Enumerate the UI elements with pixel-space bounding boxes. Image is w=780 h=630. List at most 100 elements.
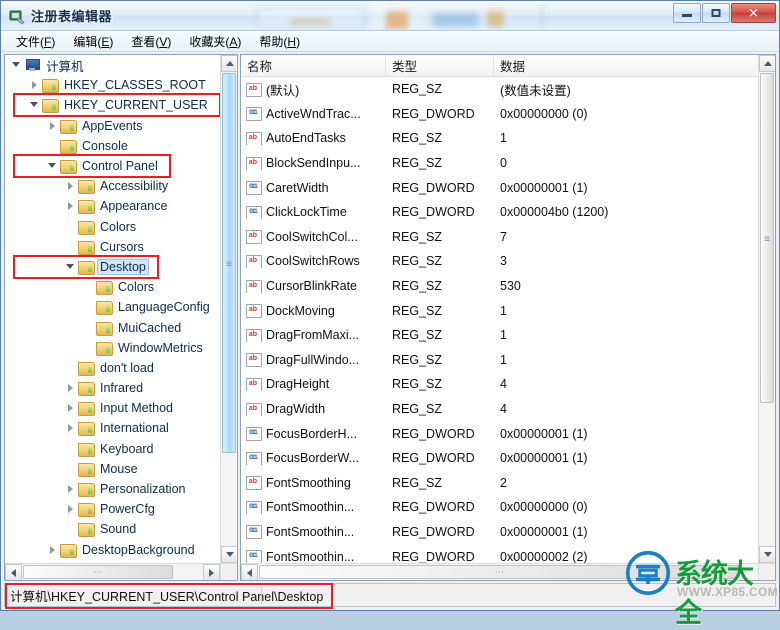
value-row[interactable]: abAutoEndTasksREG_SZ1 <box>241 126 758 151</box>
minimize-button[interactable] <box>673 3 701 23</box>
values-horizontal-scrollbar[interactable]: ⋯ <box>241 563 758 580</box>
tree-item-hkey-classes-root[interactable]: HKEY_CLASSES_ROOT <box>5 75 220 95</box>
column-name[interactable]: 名称 <box>241 55 386 77</box>
tree-item-languageconfig[interactable]: LanguageConfig <box>5 297 220 317</box>
value-row[interactable]: abCoolSwitchRowsREG_SZ3 <box>241 249 758 274</box>
close-icon: ✕ <box>748 7 759 20</box>
value-row[interactable]: abDragHeightREG_SZ4 <box>241 372 758 397</box>
expand-arrow-icon[interactable] <box>65 180 77 192</box>
tree-item-cursors[interactable]: Cursors <box>5 237 220 257</box>
tree-connector <box>47 140 59 152</box>
tree-item-muicached[interactable]: MuiCached <box>5 317 220 337</box>
tree-item-windowmetrics[interactable]: WindowMetrics <box>5 338 220 358</box>
values-list[interactable]: ab(默认)REG_SZ(数值未设置)011ActiveWndTrac...RE… <box>241 77 758 563</box>
value-row[interactable]: 011FontSmoothin...REG_DWORD0x00000002 (2… <box>241 544 758 563</box>
tree-item-appevents[interactable]: AppEvents <box>5 116 220 136</box>
value-row[interactable]: abCursorBlinkRateREG_SZ530 <box>241 274 758 299</box>
collapse-arrow-icon[interactable] <box>29 99 41 111</box>
close-button[interactable]: ✕ <box>731 3 776 23</box>
menu-edit[interactable]: 编辑(E) <box>64 31 122 52</box>
values-scroll-down-button[interactable] <box>759 546 776 563</box>
expand-arrow-icon[interactable] <box>65 382 77 394</box>
tree-item-console[interactable]: Console <box>5 136 220 156</box>
values-vertical-scrollbar[interactable] <box>758 55 775 563</box>
tree-scroll-right-button[interactable] <box>203 564 220 581</box>
tree-item-colors[interactable]: Colors <box>5 217 220 237</box>
value-name-label: CoolSwitchCol... <box>266 230 358 244</box>
expand-arrow-icon[interactable] <box>65 483 77 495</box>
tree-item-[interactable]: 计算机 <box>5 55 220 75</box>
folder-icon <box>78 220 94 234</box>
value-row[interactable]: 011FontSmoothin...REG_DWORD0x00000001 (1… <box>241 520 758 545</box>
tree-item-infrared[interactable]: Infrared <box>5 378 220 398</box>
tree-item-desktopbackground[interactable]: DesktopBackground <box>5 540 220 560</box>
tree-hscroll-thumb[interactable]: ⋯ <box>23 565 173 579</box>
value-row[interactable]: abFontSmoothingREG_SZ2 <box>241 471 758 496</box>
column-data[interactable]: 数据 <box>494 55 775 77</box>
expand-arrow-icon[interactable] <box>65 402 77 414</box>
values-hscroll-thumb[interactable]: ⋯ <box>259 565 740 579</box>
value-row[interactable]: 011CaretWidthREG_DWORD0x00000001 (1) <box>241 175 758 200</box>
value-name-cell: abCoolSwitchRows <box>241 254 386 268</box>
collapse-arrow-icon[interactable] <box>11 59 23 71</box>
values-scroll-left-button[interactable] <box>241 564 258 581</box>
value-data-cell: 2 <box>494 476 758 490</box>
tree-item-hkey-current-user[interactable]: HKEY_CURRENT_USER <box>5 95 220 115</box>
tree-item-label: DesktopBackground <box>79 543 198 557</box>
tree-item-international[interactable]: International <box>5 418 220 438</box>
tree-item-mouse[interactable]: Mouse <box>5 459 220 479</box>
tree-scroll-left-button[interactable] <box>5 564 22 581</box>
menu-favorites[interactable]: 收藏夹(A) <box>180 31 250 52</box>
registry-tree[interactable]: 计算机HKEY_CLASSES_ROOT HKEY_CURRENT_USER App… <box>5 55 220 563</box>
expand-arrow-icon[interactable] <box>65 422 77 434</box>
string-value-icon: ab <box>246 329 261 342</box>
values-scroll-up-button[interactable] <box>759 55 776 72</box>
value-row[interactable]: abDockMovingREG_SZ1 <box>241 298 758 323</box>
expand-arrow-icon[interactable] <box>29 79 41 91</box>
tree-item-powercfg[interactable]: PowerCfg <box>5 499 220 519</box>
tree-scroll-down-button[interactable] <box>221 546 238 563</box>
value-row[interactable]: abDragFullWindo...REG_SZ1 <box>241 348 758 373</box>
value-row[interactable]: abCoolSwitchCol...REG_SZ7 <box>241 225 758 250</box>
maximize-button[interactable] <box>702 3 730 23</box>
value-row[interactable]: 011FontSmoothin...REG_DWORD0x00000000 (0… <box>241 495 758 520</box>
tree-item-desktop[interactable]: Desktop <box>5 257 220 277</box>
menu-view[interactable]: 查看(V) <box>122 31 180 52</box>
value-row[interactable]: ab(默认)REG_SZ(数值未设置) <box>241 77 758 102</box>
column-type[interactable]: 类型 <box>386 55 494 77</box>
tree-item-label: HKEY_CURRENT_USER <box>61 98 211 112</box>
tree-item-input-method[interactable]: Input Method <box>5 398 220 418</box>
value-row[interactable]: abDragWidthREG_SZ4 <box>241 397 758 422</box>
values-scroll-thumb[interactable] <box>760 73 774 403</box>
tree-item-control-panel[interactable]: Control Panel <box>5 156 220 176</box>
collapse-arrow-icon[interactable] <box>65 261 77 273</box>
tree-item-accessibility[interactable]: Accessibility <box>5 176 220 196</box>
tree-horizontal-scrollbar[interactable]: ⋯ <box>5 563 220 580</box>
tree-item-don-t-load[interactable]: don't load <box>5 358 220 378</box>
value-type-cell: REG_DWORD <box>386 181 494 195</box>
tree-item-sound[interactable]: Sound <box>5 519 220 539</box>
value-name-label: AutoEndTasks <box>266 131 346 145</box>
value-row[interactable]: abDragFromMaxi...REG_SZ1 <box>241 323 758 348</box>
menu-help[interactable]: 帮助(H) <box>250 31 309 52</box>
value-row[interactable]: 011FocusBorderH...REG_DWORD0x00000001 (1… <box>241 421 758 446</box>
collapse-arrow-icon[interactable] <box>47 160 59 172</box>
tree-item-appearance[interactable]: Appearance <box>5 196 220 216</box>
expand-arrow-icon[interactable] <box>47 120 59 132</box>
tree-item-personalization[interactable]: Personalization <box>5 479 220 499</box>
value-row[interactable]: 011ActiveWndTrac...REG_DWORD0x00000000 (… <box>241 102 758 127</box>
expand-arrow-icon[interactable] <box>65 503 77 515</box>
menu-file[interactable]: 文件(F) <box>7 31 64 52</box>
expand-arrow-icon[interactable] <box>65 200 77 212</box>
tree-item-colors[interactable]: Colors <box>5 277 220 297</box>
value-row[interactable]: 011ClickLockTimeREG_DWORD0x000004b0 (120… <box>241 200 758 225</box>
values-column-headers: 名称类型数据 <box>241 55 775 77</box>
tree-item-keyboard[interactable]: Keyboard <box>5 439 220 459</box>
value-row[interactable]: 011FocusBorderW...REG_DWORD0x00000001 (1… <box>241 446 758 471</box>
tree-scroll-thumb[interactable] <box>222 73 236 453</box>
tree-vertical-scrollbar[interactable] <box>220 55 237 563</box>
expand-arrow-icon[interactable] <box>47 544 59 556</box>
folder-icon <box>78 240 94 254</box>
tree-scroll-up-button[interactable] <box>221 55 238 72</box>
value-row[interactable]: abBlockSendInpu...REG_SZ0 <box>241 151 758 176</box>
